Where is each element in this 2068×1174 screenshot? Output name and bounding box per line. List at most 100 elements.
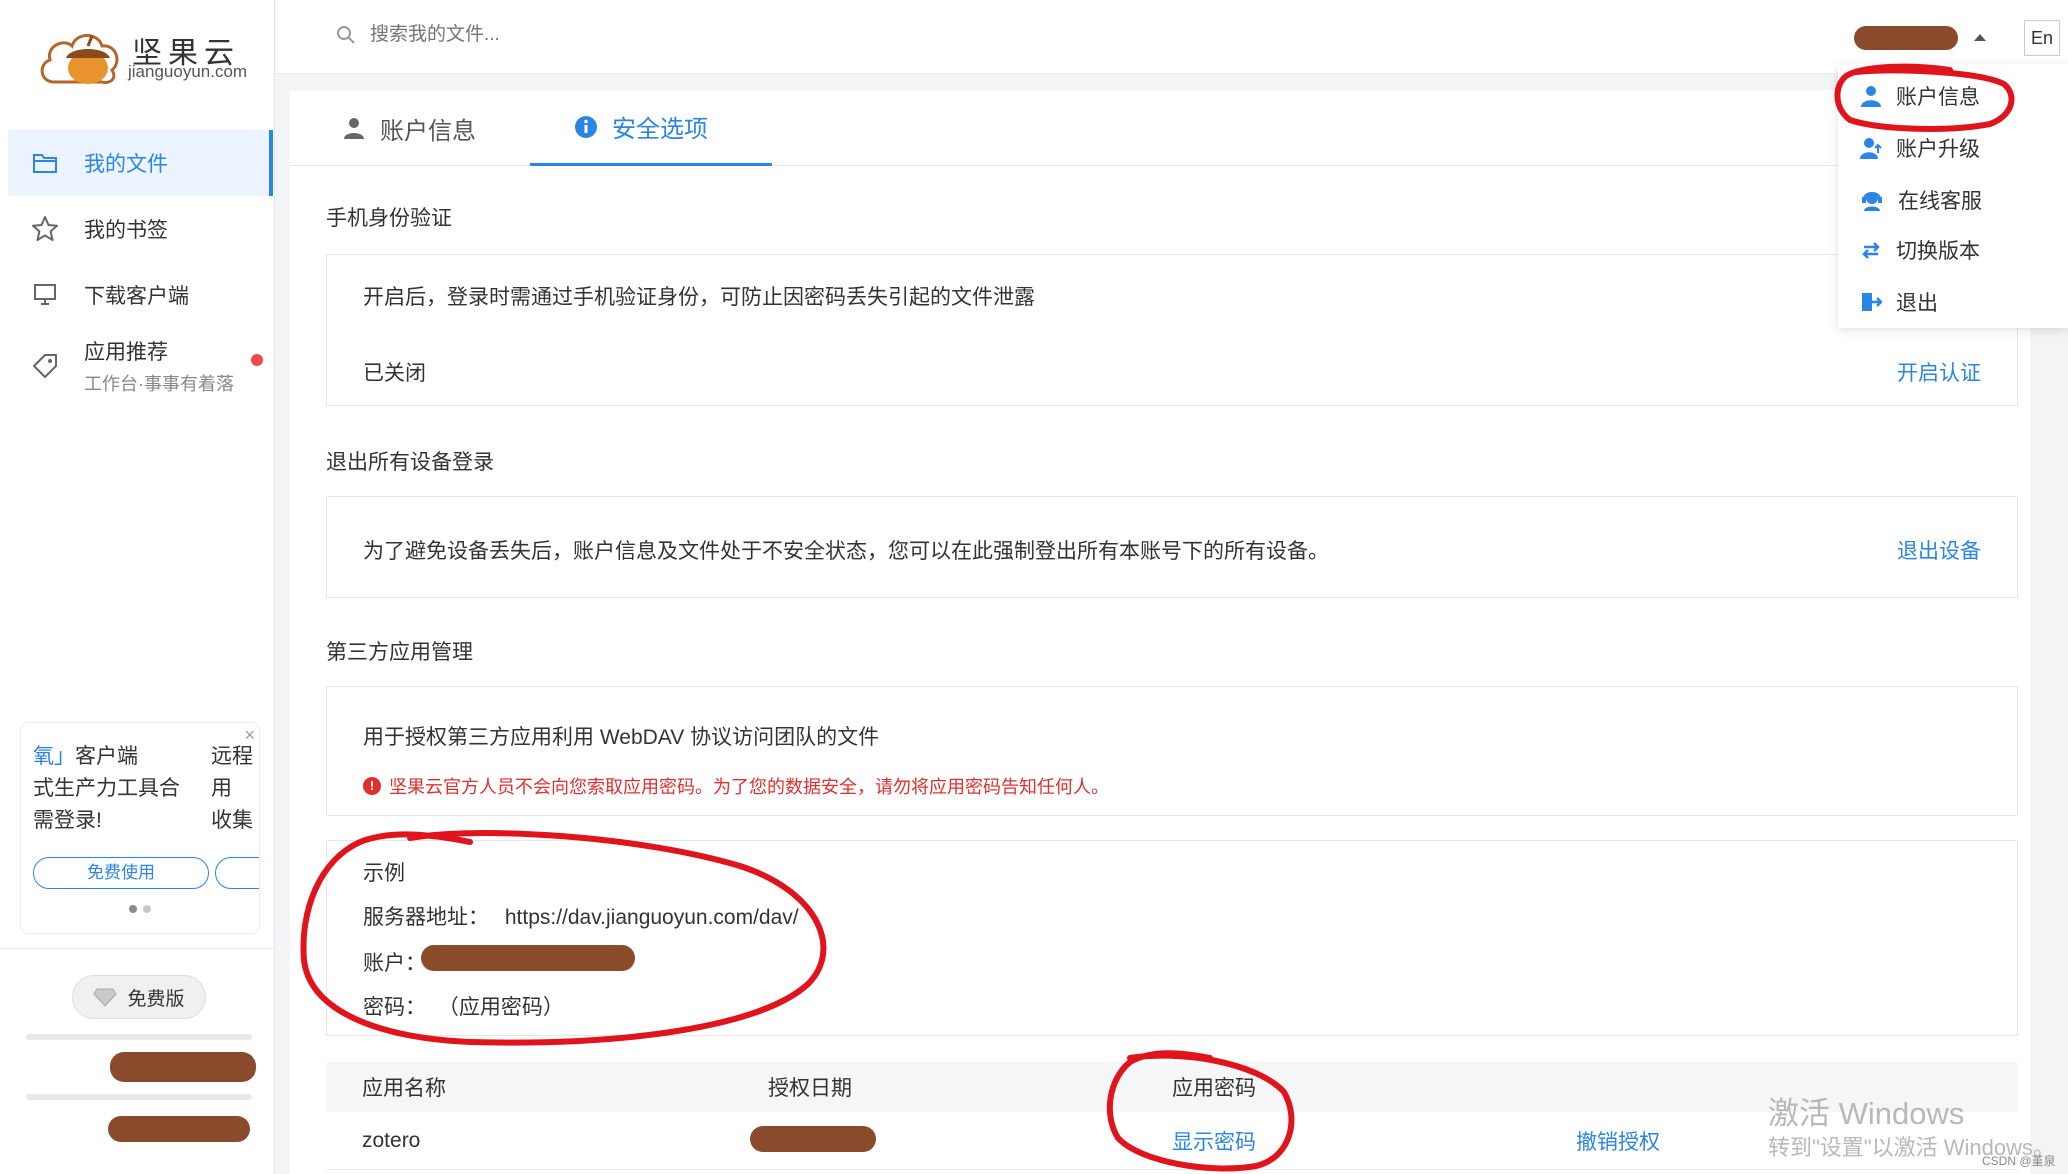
carousel-dot[interactable] bbox=[143, 905, 151, 913]
user-menu-dropdown: 账户信息 账户升级 在线客服 切换版本 退出 bbox=[1838, 64, 2068, 328]
search-box[interactable] bbox=[336, 24, 670, 46]
sidebar-item-label: 我的文件 bbox=[84, 153, 168, 176]
webdav-example-card: 示例 服务器地址： https://dav.jianguoyun.com/dav… bbox=[326, 840, 2018, 1036]
free-use-button[interactable]: 免费使用 bbox=[33, 857, 209, 889]
logout-all-description: 为了避免设备丢失后，账户信息及文件处于不安全状态，您可以在此强制登出所有本账号下… bbox=[363, 540, 1329, 563]
sidebar: 坚果云 jianguoyun.com 我的文件 我的书签 下载客户端 应用推荐 … bbox=[0, 0, 275, 1174]
sidebar-item-my-files[interactable]: 我的文件 bbox=[8, 130, 273, 196]
menu-item-account-info[interactable]: 账户信息 bbox=[1860, 76, 1980, 116]
caret-up-icon[interactable] bbox=[1974, 34, 1986, 41]
example-title: 示例 bbox=[363, 862, 405, 885]
notification-dot bbox=[251, 354, 263, 366]
table-row: zotero 显示密码 撤销授权 bbox=[326, 1112, 2018, 1170]
promo-card: × 氧」客户端 式生产力工具合 需登录! 远程 用 收集 免费使用 bbox=[20, 722, 260, 934]
redacted-username[interactable] bbox=[1854, 26, 1958, 50]
menu-item-logout[interactable]: 退出 bbox=[1860, 282, 1938, 322]
credit-watermark: CSDN @堇泉 bbox=[1982, 1154, 2056, 1168]
diamond-icon bbox=[93, 988, 118, 1007]
phone-auth-status: 已关闭 bbox=[363, 362, 426, 385]
redacted-info bbox=[110, 1052, 256, 1082]
sidebar-item-label: 应用推荐 bbox=[84, 341, 168, 364]
user-upgrade-icon bbox=[1860, 138, 1882, 159]
divider bbox=[0, 948, 275, 949]
logout-icon bbox=[1862, 293, 1882, 311]
redacted-info bbox=[108, 1116, 250, 1142]
sidebar-item-label: 我的书签 bbox=[84, 219, 168, 242]
phone-auth-card: 开启后，登录时需通过手机验证身份，可防止因密码丢失引起的文件泄露 已关闭 开启认… bbox=[326, 254, 2018, 406]
sidebar-item-sublabel: 工作台·事事有着落 bbox=[84, 374, 234, 394]
column-header-app-password: 应用密码 bbox=[1172, 1077, 1256, 1100]
top-bar: En bbox=[276, 0, 2068, 74]
section-title-phone-auth: 手机身份验证 bbox=[326, 207, 452, 230]
support-icon bbox=[1862, 192, 1882, 211]
plan-badge[interactable]: 免费版 bbox=[72, 975, 206, 1019]
section-title-logout-all: 退出所有设备登录 bbox=[326, 451, 494, 474]
menu-item-label: 账户信息 bbox=[1896, 86, 1980, 109]
sidebar-item-download-client[interactable]: 下载客户端 bbox=[8, 262, 273, 328]
menu-item-label: 退出 bbox=[1896, 292, 1938, 315]
search-icon bbox=[337, 26, 355, 44]
apps-table-header: 应用名称 授权日期 应用密码 bbox=[326, 1062, 2018, 1112]
carousel-dot[interactable] bbox=[129, 905, 137, 913]
warning-text: 坚果云官方人员不会向您索取应用密码。为了您的数据安全，请勿将应用密码告知任何人。 bbox=[389, 777, 1109, 797]
acorn-logo-icon bbox=[40, 34, 119, 84]
main-panel: 账户信息 安全选项 手机身份验证 开启后，登录时需通过手机验证身份，可防止因密码… bbox=[290, 90, 2030, 1174]
user-icon bbox=[344, 118, 364, 139]
menu-item-account-upgrade[interactable]: 账户升级 bbox=[1860, 128, 1980, 168]
password-row: 密码： （应用密码） bbox=[363, 991, 564, 1021]
tab-bar: 账户信息 安全选项 bbox=[290, 90, 2030, 166]
third-party-description: 用于授权第三方应用利用 WebDAV 协议访问团队的文件 bbox=[363, 726, 880, 749]
logout-devices-link[interactable]: 退出设备 bbox=[1897, 535, 1981, 565]
sidebar-item-bookmarks[interactable]: 我的书签 bbox=[8, 196, 273, 262]
carousel-dots bbox=[129, 905, 151, 913]
storage-bar bbox=[26, 1034, 252, 1040]
column-header-auth-date: 授权日期 bbox=[768, 1077, 852, 1100]
logo-text-en: jianguoyun.com bbox=[128, 62, 248, 81]
tab-account-info[interactable]: 账户信息 bbox=[342, 90, 476, 166]
password-value: （应用密码） bbox=[437, 996, 564, 1019]
menu-item-switch-version[interactable]: 切换版本 bbox=[1860, 230, 1980, 270]
promo-text-next: 远程 用 收集 bbox=[211, 745, 253, 832]
section-title-third-party: 第三方应用管理 bbox=[326, 641, 473, 664]
tab-security-options[interactable]: 安全选项 bbox=[530, 90, 772, 166]
phone-auth-description: 开启后，登录时需通过手机验证身份，可防止因密码丢失引起的文件泄露 bbox=[363, 286, 1035, 309]
app-logo[interactable]: 坚果云 jianguoyun.com bbox=[36, 22, 256, 92]
redacted-date bbox=[750, 1126, 876, 1152]
menu-item-label: 切换版本 bbox=[1896, 240, 1980, 263]
third-party-card: 用于授权第三方应用利用 WebDAV 协议访问团队的文件 ! 坚果云官方人员不会… bbox=[326, 686, 2018, 816]
user-icon bbox=[1861, 86, 1881, 107]
password-label: 密码： bbox=[363, 996, 426, 1019]
account-label: 账户： bbox=[363, 952, 426, 975]
menu-item-label: 账户升级 bbox=[1896, 138, 1980, 161]
column-header-app-name: 应用名称 bbox=[362, 1077, 446, 1100]
tag-icon bbox=[30, 351, 60, 381]
switch-icon bbox=[1862, 242, 1880, 259]
revoke-authorization-link[interactable]: 撤销授权 bbox=[1576, 1126, 1660, 1156]
monitor-icon bbox=[30, 280, 60, 310]
app-name: zotero bbox=[362, 1128, 421, 1152]
tab-label: 账户信息 bbox=[380, 117, 476, 145]
warning-icon: ! bbox=[363, 777, 381, 795]
search-input[interactable] bbox=[370, 24, 670, 46]
folder-icon bbox=[30, 148, 60, 178]
server-address-value: https://dav.jianguoyun.com/dav/ bbox=[504, 906, 799, 929]
star-icon bbox=[30, 214, 60, 244]
promo-next-button[interactable] bbox=[215, 857, 259, 889]
sidebar-item-label: 下载客户端 bbox=[84, 285, 189, 308]
redacted-account bbox=[421, 945, 635, 971]
show-password-link[interactable]: 显示密码 bbox=[1172, 1126, 1256, 1156]
info-icon bbox=[575, 115, 597, 138]
menu-item-online-support[interactable]: 在线客服 bbox=[1860, 180, 1982, 220]
activation-watermark-title: 激活 Windows bbox=[1768, 1096, 1965, 1131]
language-toggle-button[interactable]: En bbox=[2024, 20, 2060, 56]
logout-all-card: 为了避免设备丢失后，账户信息及文件处于不安全状态，您可以在此强制登出所有本账号下… bbox=[326, 496, 2018, 598]
account-row: 账户： bbox=[363, 947, 426, 977]
plan-label: 免费版 bbox=[127, 988, 185, 1010]
sidebar-item-app-recommend[interactable]: 应用推荐 工作台·事事有着落 bbox=[8, 328, 273, 404]
server-address: 服务器地址： https://dav.jianguoyun.com/dav/ bbox=[363, 901, 799, 931]
security-warning: ! 坚果云官方人员不会向您索取应用密码。为了您的数据安全，请勿将应用密码告知任何… bbox=[363, 773, 1109, 799]
promo-text: 氧」客户端 式生产力工具合 需登录! bbox=[33, 745, 180, 832]
enable-auth-link[interactable]: 开启认证 bbox=[1897, 357, 1981, 387]
storage-bar bbox=[26, 1094, 252, 1100]
server-address-label: 服务器地址： bbox=[363, 906, 489, 929]
